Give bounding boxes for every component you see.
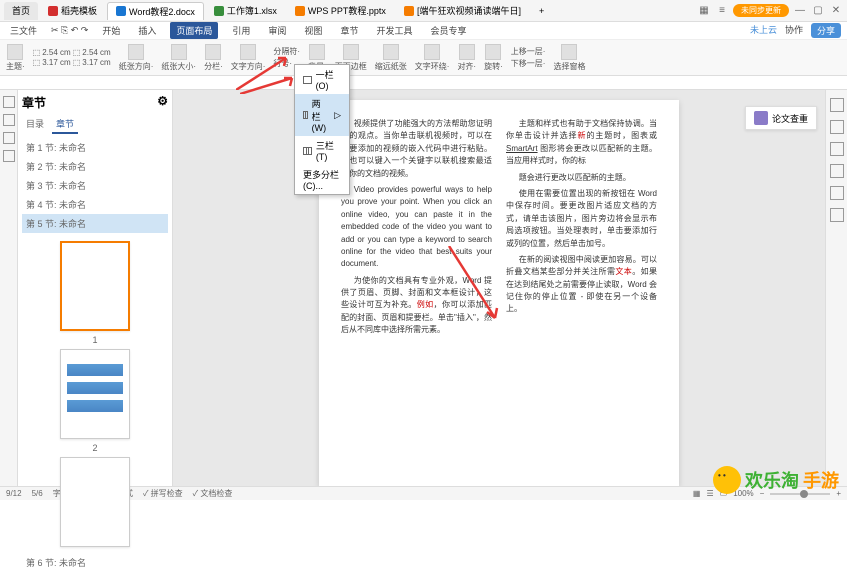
thumb-label: 2 [22, 443, 168, 453]
dd-more-cols[interactable]: 更多分栏(C)... [295, 165, 349, 194]
doc-para: 主题和样式也有助于文档保持协调。当你单击设计并选择新的主题时，图表或SmartA… [506, 118, 657, 168]
page-thumb-1[interactable] [60, 241, 130, 331]
tool-rotate[interactable]: 旋转· [484, 44, 503, 72]
word-icon [116, 6, 126, 16]
tab-active-doc[interactable]: Word教程2.docx [107, 2, 204, 20]
ppt-icon [295, 6, 305, 16]
select-icon[interactable] [830, 120, 844, 134]
section-item[interactable]: 第 3 节: 未命名 [22, 176, 168, 195]
outline-settings-icon[interactable]: ⚙ [157, 94, 168, 111]
maximize-button[interactable]: ▢ [811, 4, 825, 18]
dd-one-col[interactable]: 一栏(O) [295, 65, 349, 94]
menu-start[interactable]: 开始 [98, 22, 124, 39]
ribbon: 主题· ⬚2.54 cm⬚2.54 cm ⬚3.17 cm⬚3.17 cm 纸张… [0, 40, 847, 76]
tool-orientation[interactable]: 纸张方向· [119, 44, 154, 72]
page-thumb-2[interactable] [60, 349, 130, 439]
menu-view[interactable]: 视图 [300, 22, 326, 39]
doc-para: 视频提供了功能强大的方法帮助您证明你的观点。当你单击联机视频时，可以在想要添加的… [341, 118, 492, 180]
menu-review[interactable]: 审阅 [264, 22, 290, 39]
shape-icon[interactable] [830, 142, 844, 156]
menu-references[interactable]: 引用 [228, 22, 254, 39]
template-icon [48, 6, 58, 16]
doc-para-en: Video provides powerful ways to help you… [341, 184, 492, 271]
search-icon[interactable] [3, 132, 15, 144]
section-item-selected[interactable]: 第 5 节: 未命名 [22, 214, 168, 233]
plagiarism-panel[interactable]: 论文查重 [745, 106, 817, 130]
menu-member[interactable]: 会员专享 [426, 22, 470, 39]
dd-two-col[interactable]: 两栏(W)▷ [295, 94, 349, 136]
tool-size[interactable]: 纸张大小· [161, 44, 196, 72]
menu-page-layout[interactable]: 页面布局 [170, 22, 218, 39]
style-icon[interactable] [830, 98, 844, 112]
page-thumb-3[interactable] [60, 457, 130, 547]
excel-icon [214, 6, 224, 16]
menu-sections[interactable]: 章节 [336, 22, 362, 39]
section-indicator[interactable]: 5/6 [32, 489, 43, 498]
doc-para: 使用在需要位置出现的新按钮在 Word 中保存时间。要更改图片适应文档的方式，请… [506, 188, 657, 250]
settings-icon[interactable] [830, 186, 844, 200]
titlebar: 首页 稻壳模板 Word教程2.docx 工作簿1.xlsx WPS PPT教程… [0, 0, 847, 22]
grid-icon[interactable]: ▦ [697, 4, 711, 18]
collab-link[interactable]: 协作 [785, 23, 803, 38]
dd-three-col[interactable]: 三栏(T) [295, 136, 349, 165]
section-item[interactable]: 第 2 节: 未命名 [22, 157, 168, 176]
close-button[interactable]: ✕ [829, 4, 843, 18]
layers-group[interactable]: 上移一层· 下移一层· [511, 46, 546, 69]
tool-wrap[interactable]: 文字环绕· [415, 44, 450, 72]
member-button[interactable]: 未同步更新 [733, 4, 789, 17]
tab-ppt[interactable]: WPS PPT教程.pptx [287, 2, 394, 20]
columns-dropdown: 一栏(O) 两栏(W)▷ 三栏(T) 更多分栏(C)... [294, 64, 350, 195]
page: 视频提供了功能强大的方法帮助您证明你的观点。当你单击联机视频时，可以在想要添加的… [319, 100, 679, 486]
doc-para: 在新的阅读视图中阅读更加容易。可以折叠文档某些部分并关注所需文本。如果在达到结尾… [506, 254, 657, 316]
add-tab[interactable]: + [531, 2, 552, 20]
outline-title: 章节 [22, 94, 46, 111]
ai-icon[interactable] [3, 150, 15, 162]
outline-panel: 章节 ⚙ 目录 章节 第 1 节: 未命名 第 2 节: 未命名 第 3 节: 未… [18, 90, 173, 486]
document-canvas[interactable]: 视频提供了功能强大的方法帮助您证明你的观点。当你单击联机视频时，可以在想要添加的… [173, 90, 825, 486]
section-item[interactable]: 第 6 节: 未命名 [22, 553, 168, 572]
more-icon[interactable] [830, 208, 844, 222]
doc-para: 题会进行更改以匹配新的主题。 [506, 172, 657, 184]
right-iconbar [825, 90, 847, 486]
view-icon[interactable]: ▦ [693, 489, 701, 498]
tool-fit[interactable]: 缩远纸张 [375, 44, 407, 72]
ruler[interactable] [0, 76, 847, 90]
watermark: 欢乐淘手游 [713, 466, 839, 494]
doc-icon [404, 6, 414, 16]
menubar: 三文件 ✂ ⎘ ↶ ↷ 开始 插入 页面布局 引用 审阅 视图 章节 开发工具 … [0, 22, 847, 40]
tool-theme[interactable]: 主题· [6, 44, 25, 72]
tab-sections[interactable]: 章节 [52, 115, 78, 134]
menu-dev[interactable]: 开发工具 [372, 22, 416, 39]
tab-xlsx[interactable]: 工作簿1.xlsx [206, 2, 285, 20]
cloud-link[interactable]: 未上云 [750, 23, 777, 38]
check-icon [754, 111, 768, 125]
layer-icon[interactable] [830, 164, 844, 178]
home-tab[interactable]: 首页 [4, 2, 38, 20]
tab-templates[interactable]: 稻壳模板 [40, 2, 105, 20]
menu-file[interactable]: 三文件 [6, 22, 41, 39]
section-item[interactable]: 第 1 节: 未命名 [22, 138, 168, 157]
cursor-icon: ▷ [334, 110, 341, 121]
minimize-button[interactable]: — [793, 4, 807, 18]
margins-group: ⬚2.54 cm⬚2.54 cm ⬚3.17 cm⬚3.17 cm [33, 48, 111, 67]
tool-select-pane[interactable]: 选择窗格 [553, 44, 585, 72]
tool-align[interactable]: 对齐· [457, 44, 476, 72]
tool-columns[interactable]: 分栏· [204, 44, 223, 72]
watermark-icon [713, 466, 741, 494]
section-item[interactable]: 第 4 节: 未命名 [22, 195, 168, 214]
doc-para: 为使你的文档具有专业外观，Word 提供了页眉、页脚、封面和文本框设计，这些设计… [341, 275, 492, 337]
left-iconbar [0, 90, 18, 486]
tool-text-dir[interactable]: 文字方向· [231, 44, 266, 72]
tab-toc[interactable]: 目录 [22, 115, 48, 134]
bookmark-icon[interactable] [3, 114, 15, 126]
thumb-label: 1 [22, 335, 168, 345]
list-icon[interactable]: ≡ [715, 4, 729, 18]
page-indicator[interactable]: 9/12 [6, 489, 22, 498]
menu-insert[interactable]: 插入 [134, 22, 160, 39]
tab-other[interactable]: [端午狂欢视频诵读端午日] [396, 2, 529, 20]
share-button[interactable]: 分享 [811, 23, 841, 38]
outline-icon[interactable] [3, 96, 15, 108]
